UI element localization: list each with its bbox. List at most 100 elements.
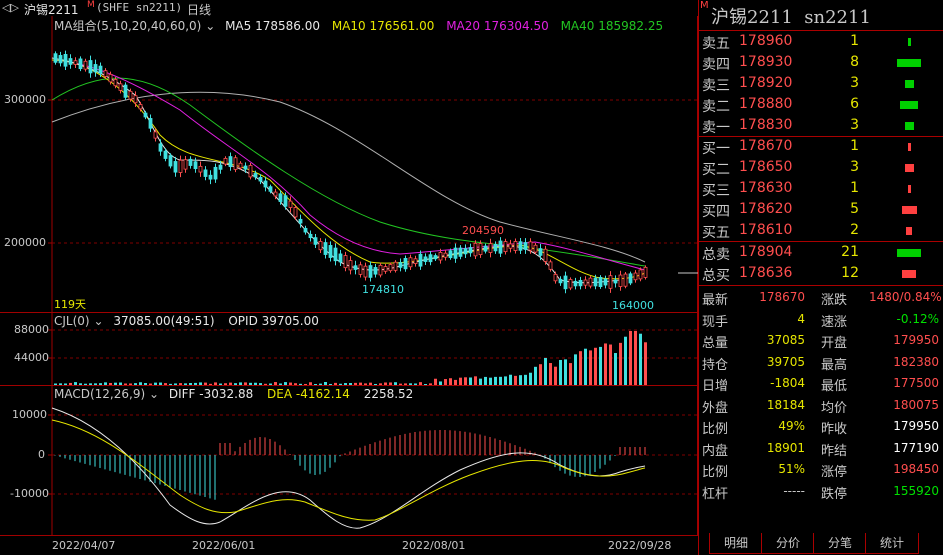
bid-price: 178610	[739, 222, 793, 238]
volume-bar	[289, 382, 292, 385]
quote-stat-row: 现手 4 速涨 -0.12%	[699, 309, 943, 330]
candle-body	[398, 262, 403, 268]
quote-panel: M 沪锡2211 sn2211 卖五 178960 1 卖四 178930 8 卖三 1789…	[698, 0, 943, 555]
candle-body	[553, 273, 558, 282]
candle-body	[253, 173, 258, 178]
candle-body	[623, 273, 628, 287]
ask-price: 178830	[739, 117, 793, 133]
date-label: 2022/06/01	[192, 539, 256, 552]
stat-value: 51%	[778, 462, 805, 476]
macd-axis-10000: 10000	[12, 408, 47, 421]
stat-label: 外盘	[702, 400, 729, 416]
recent-low-label: 164000	[612, 299, 654, 312]
total-ask-label: 总卖	[702, 247, 730, 263]
candle-body	[473, 242, 478, 257]
ma-indicator-name[interactable]: MA组合(5,10,20,40,60,0)	[54, 19, 201, 33]
ma60-line	[51, 91, 646, 263]
candle-body	[123, 84, 128, 98]
volume-bar	[144, 383, 147, 385]
bid-row[interactable]: 买五 178610 2	[699, 220, 943, 241]
candle-body	[248, 165, 253, 178]
volume-bar	[239, 382, 242, 385]
stat-label: 均价	[821, 400, 848, 416]
ask-row[interactable]: 卖四 178930 8	[699, 52, 943, 73]
candle-body	[353, 265, 358, 270]
chevron-down-icon[interactable]: ⌄	[205, 19, 215, 33]
ma-legend: MA组合(5,10,20,40,60,0) ⌄ MA5 178586.00 MA…	[54, 17, 663, 34]
ask-row[interactable]: 卖三 178920 3	[699, 73, 943, 94]
volume-bar	[109, 382, 112, 385]
candle-body	[188, 158, 193, 166]
stat-label: 昨结	[821, 443, 848, 459]
tab-statistics[interactable]: 统计	[865, 533, 919, 554]
volume-bar	[339, 383, 342, 385]
chevron-down-icon[interactable]: ⌄	[93, 314, 103, 328]
candle-body	[618, 274, 623, 287]
volume-bar	[54, 383, 57, 385]
bid-row[interactable]: 买一 178670 1	[699, 136, 943, 157]
back-icon[interactable]: ◁▷	[2, 1, 19, 14]
bid-row[interactable]: 买二 178650 3	[699, 157, 943, 178]
volume-bar	[599, 346, 602, 385]
candle-body	[348, 260, 353, 271]
candle-body	[543, 248, 548, 262]
candle-body	[68, 58, 73, 65]
tab-ticks[interactable]: 分笔	[813, 533, 867, 554]
candle-body	[128, 90, 133, 100]
candle-body	[633, 272, 638, 281]
candle-body	[258, 176, 263, 182]
macd-indicator-name[interactable]: MACD(12,26,9)	[54, 387, 145, 401]
bid-row[interactable]: 买四 178620 5	[699, 199, 943, 220]
candle-body	[538, 248, 543, 256]
stat-label: 总量	[702, 336, 729, 351]
candle-body	[478, 243, 483, 256]
ask-bar	[897, 59, 921, 67]
candle-body	[393, 261, 398, 271]
quote-stat-row: 外盘 18184 均价 180075	[699, 395, 943, 416]
bid-label: 买三	[702, 183, 730, 199]
candle-body	[563, 275, 568, 290]
stat-value: 177500	[893, 376, 939, 390]
candle-body	[118, 83, 123, 91]
total-bid-row[interactable]: 总买 178636 12	[699, 263, 943, 284]
candle-body	[323, 242, 328, 255]
stat-label: 最新	[702, 293, 729, 308]
macd-diff-value: DIFF -3032.88	[168, 387, 254, 401]
bid-price: 178650	[739, 159, 793, 175]
volume-bar	[564, 359, 567, 385]
stat-value: 180075	[893, 397, 939, 412]
candle-body	[628, 273, 633, 284]
kline-chart[interactable]	[0, 16, 698, 536]
stat-value: 4	[797, 311, 805, 326]
ask-row[interactable]: 卖二 178880 6	[699, 94, 943, 115]
ask-price: 178930	[739, 54, 793, 70]
candle-body	[608, 275, 613, 289]
candle-body	[613, 279, 618, 284]
tab-detail[interactable]: 明细	[709, 533, 763, 554]
total-bid-bar	[902, 270, 916, 278]
candle-body	[308, 233, 313, 239]
candle-body	[528, 241, 533, 251]
chevron-down-icon[interactable]: ⌄	[149, 387, 159, 401]
candle-body	[158, 143, 163, 152]
candle-body	[518, 241, 523, 251]
ask-row[interactable]: 卖五 178960 1	[699, 31, 943, 52]
tab-price-split[interactable]: 分价	[761, 533, 815, 554]
days-count-label: 119天	[54, 298, 86, 311]
volume-bar	[574, 354, 577, 385]
cjl-indicator-name[interactable]: CJL(0)	[54, 314, 90, 328]
candle-body	[108, 73, 113, 83]
total-ask-row[interactable]: 总卖 178904 21	[699, 242, 943, 263]
opid-value: OPID 39705.00	[228, 314, 319, 328]
candle-body	[438, 252, 443, 261]
volume-bar	[304, 383, 307, 385]
ask-row[interactable]: 卖一 178830 3	[699, 115, 943, 136]
volume-bar	[619, 342, 622, 385]
candle-body	[388, 264, 393, 272]
volume-bar	[544, 357, 547, 385]
stat-value: 179950	[893, 419, 939, 433]
detail-tabs: 明细 分价 分笔 统计	[699, 533, 943, 555]
quote-stat-row: 内盘 18901 昨结 177190	[699, 438, 943, 459]
bid-row[interactable]: 买三 178630 1	[699, 178, 943, 199]
volume-bar	[554, 366, 557, 385]
